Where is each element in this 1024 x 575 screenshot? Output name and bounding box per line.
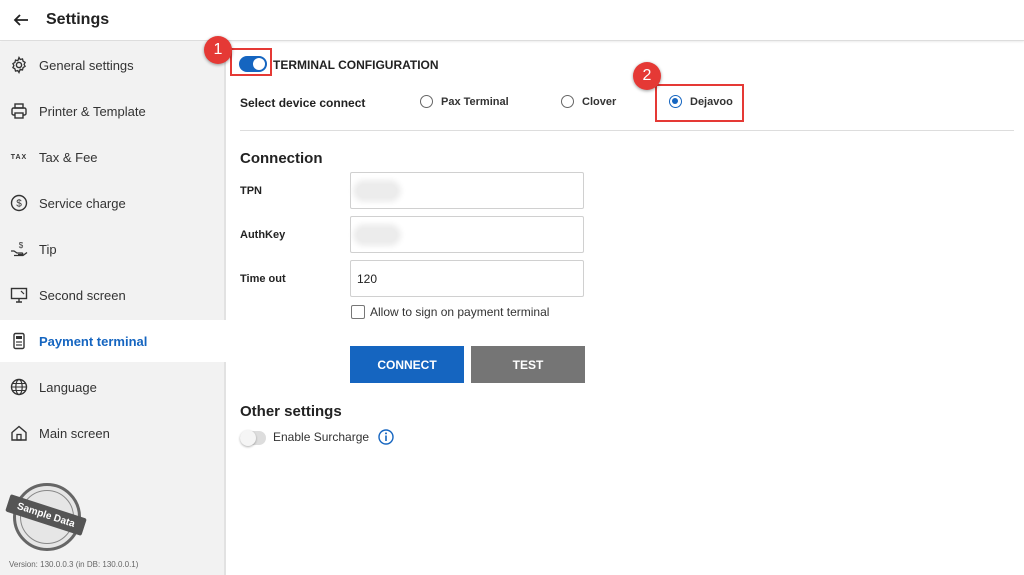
other-settings-heading: Other settings xyxy=(240,403,342,420)
svg-text:$: $ xyxy=(16,199,22,210)
sidebar-item-service-charge[interactable]: $ Service charge xyxy=(0,182,226,224)
tpn-label: TPN xyxy=(240,185,262,197)
timeout-label: Time out xyxy=(240,273,286,285)
radio-label: Dejavoo xyxy=(690,95,733,108)
sidebar-item-payment-terminal[interactable]: Payment terminal xyxy=(0,320,226,362)
sidebar-item-label: Second screen xyxy=(39,287,126,303)
svg-text:$: $ xyxy=(19,241,24,250)
connect-button[interactable]: CONNECT xyxy=(350,346,464,383)
radio-clover[interactable]: Clover xyxy=(561,95,616,108)
allow-sign-label: Allow to sign on payment terminal xyxy=(370,305,550,319)
sidebar-item-label: Printer & Template xyxy=(39,103,146,119)
tax-icon: TAX xyxy=(10,148,28,166)
radio-button[interactable] xyxy=(420,95,433,108)
allow-sign-checkbox[interactable] xyxy=(351,305,365,319)
globe-icon xyxy=(10,378,28,396)
gear-icon xyxy=(10,56,28,74)
sidebar-item-printer-template[interactable]: Printer & Template xyxy=(0,90,226,132)
sidebar-item-label: Language xyxy=(39,379,97,395)
sidebar-item-second-screen[interactable]: Second screen xyxy=(0,274,226,316)
sidebar-item-label: Service charge xyxy=(39,195,126,211)
top-bar: Settings xyxy=(0,0,1024,41)
tpn-field[interactable] xyxy=(350,172,584,209)
page-title: Settings xyxy=(46,11,110,28)
sidebar-item-language[interactable]: Language xyxy=(0,366,226,408)
arrow-left-icon xyxy=(13,14,28,26)
authkey-label: AuthKey xyxy=(240,229,286,241)
dollar-circle-icon: $ xyxy=(10,194,28,212)
sidebar-item-tip[interactable]: $ Tip xyxy=(0,228,226,270)
annotation-marker-1: 1 xyxy=(204,36,232,64)
version-text: Version: 130.0.0.3 (in DB: 130.0.0.1) xyxy=(9,560,139,569)
divider xyxy=(240,130,1014,131)
sidebar-item-label: Main screen xyxy=(39,425,110,441)
radio-label: Pax Terminal xyxy=(441,95,509,108)
sidebar-item-label: Payment terminal xyxy=(39,333,148,349)
authkey-field[interactable] xyxy=(350,216,584,253)
hand-coin-icon: $ xyxy=(10,240,28,258)
sidebar-item-tax-fee[interactable]: TAX Tax & Fee xyxy=(0,136,226,178)
sidebar: General settings Printer & Template TAX … xyxy=(0,42,226,575)
connection-heading: Connection xyxy=(240,150,323,167)
sidebar-item-main-screen[interactable]: Main screen xyxy=(0,412,226,454)
back-button[interactable] xyxy=(11,10,31,30)
device-connect-label: Select device connect xyxy=(240,96,366,110)
radio-button[interactable] xyxy=(561,95,574,108)
toggle-knob xyxy=(253,58,265,70)
sample-data-stamp: Sample Data xyxy=(5,483,87,551)
toggle-knob xyxy=(240,430,256,446)
radio-dejavoo[interactable]: Dejavoo xyxy=(669,95,733,108)
redacted-value xyxy=(357,183,397,198)
home-icon xyxy=(10,424,28,442)
printer-icon xyxy=(10,102,28,120)
sidebar-item-label: Tax & Fee xyxy=(39,149,98,165)
monitor-icon xyxy=(10,286,28,304)
sidebar-item-general-settings[interactable]: General settings xyxy=(0,44,226,86)
annotation-marker-2: 2 xyxy=(633,62,661,90)
radio-pax-terminal[interactable]: Pax Terminal xyxy=(420,95,509,108)
redacted-value xyxy=(357,227,397,242)
radio-button-selected[interactable] xyxy=(669,95,682,108)
terminal-config-toggle[interactable] xyxy=(239,56,267,72)
terminal-config-title: TERMINAL CONFIGURATION xyxy=(273,58,439,72)
main-content: 1 TERMINAL CONFIGURATION Select device c… xyxy=(204,36,1024,575)
timeout-field[interactable]: 120 xyxy=(350,260,584,297)
sidebar-item-label: Tip xyxy=(39,241,57,257)
radio-label: Clover xyxy=(582,95,617,108)
tax-icon-text: TAX xyxy=(10,153,28,161)
terminal-icon xyxy=(10,332,28,350)
info-icon[interactable] xyxy=(378,429,394,445)
test-button[interactable]: TEST xyxy=(471,346,585,383)
sidebar-item-label: General settings xyxy=(39,57,134,73)
surcharge-label: Enable Surcharge xyxy=(273,430,370,444)
surcharge-toggle[interactable] xyxy=(240,430,266,446)
